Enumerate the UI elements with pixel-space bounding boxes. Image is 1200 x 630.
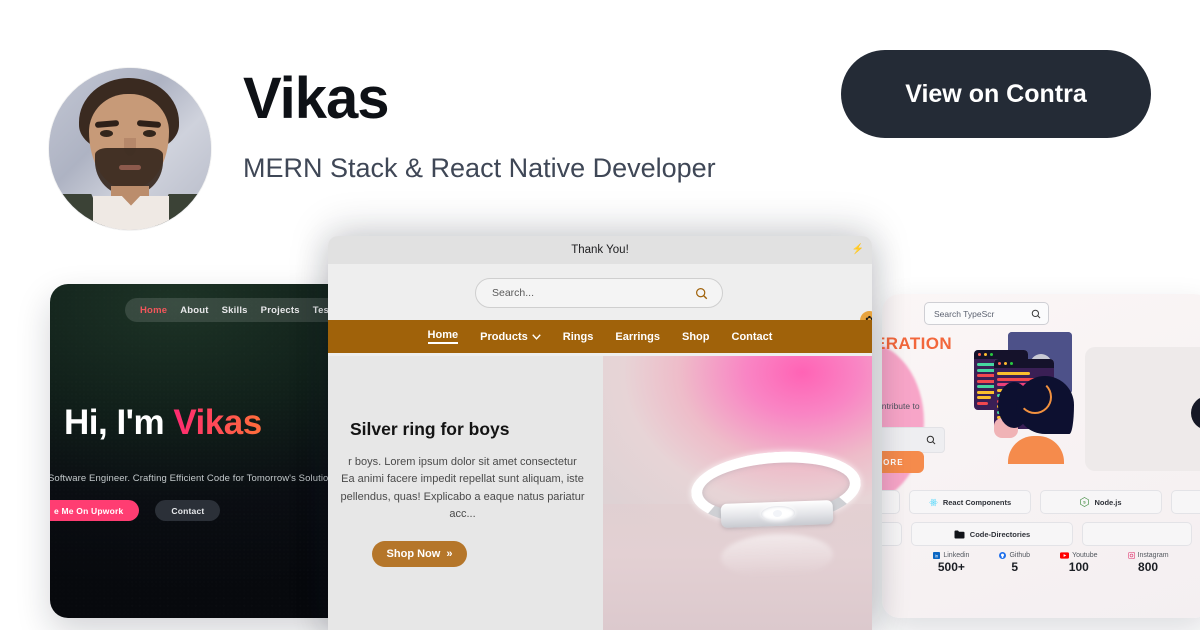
product-description: r boys. Lorem ipsum dolor sit amet conse…: [340, 456, 585, 520]
jewelry-store-preview-card[interactable]: Thank You! ⚡ Search... ✿ Home Products R…: [328, 236, 872, 630]
github-icon: [999, 552, 1007, 559]
stat-value: 100: [1068, 560, 1089, 574]
store-nav-earrings[interactable]: Earrings: [615, 331, 660, 343]
store-search-placeholder: Search...: [492, 287, 535, 299]
youtube-icon: [1060, 552, 1070, 559]
react-icon: [929, 498, 938, 506]
store-search-area: Search... ✿: [328, 264, 872, 330]
product-title: Silver ring for boys: [350, 419, 510, 440]
portfolio-contact-button[interactable]: Contact: [155, 500, 221, 521]
explore-button[interactable]: XPLORE: [882, 451, 924, 473]
portfolio-hero-heading-accent: Vikas: [173, 403, 262, 442]
chip-row-2: s Code-Directories: [882, 522, 1200, 546]
stat-linkedin[interactable]: in Linkedin 500+: [933, 552, 969, 574]
stat-label: Github: [1009, 552, 1031, 559]
store-nav-shop[interactable]: Shop: [682, 331, 710, 343]
portfolio-tagline: Software Engineer. Crafting Efficient Co…: [50, 473, 342, 484]
coding-illustration: [960, 332, 1116, 472]
svg-text:S: S: [1084, 500, 1087, 504]
shop-now-button[interactable]: Shop Now »: [371, 540, 468, 567]
chip-row-1: React Components S Node.js: [882, 490, 1200, 514]
portfolio-hero-heading-plain: Hi, I'm: [64, 403, 174, 442]
chip-label: Code-Directories: [969, 529, 1031, 539]
avatar-photo: [49, 68, 211, 230]
instagram-icon: [1127, 552, 1135, 559]
chip-partial[interactable]: s: [882, 522, 902, 546]
profile-header: Vikas MERN Stack & React Native Develope…: [0, 0, 1200, 236]
stat-label: Linkedin: [943, 552, 970, 559]
chip-blank-1[interactable]: [882, 490, 900, 514]
code-platform-preview-card[interactable]: Search TypeScr ERATION dge. Contribute t…: [882, 294, 1200, 618]
nodejs-icon: S: [1080, 497, 1090, 507]
chip-nodejs[interactable]: S Node.js: [1040, 490, 1162, 514]
svg-text:in: in: [935, 553, 939, 558]
stat-value: 5: [1011, 560, 1019, 574]
chip-blank-3[interactable]: [1082, 522, 1192, 546]
store-nav-rings[interactable]: Rings: [563, 331, 594, 343]
code-search-input[interactable]: Search TypeScr: [924, 302, 1049, 325]
window-title: Thank You!: [571, 244, 629, 256]
double-chevron-icon: »: [446, 547, 453, 560]
portfolio-hero-buttons: e Me On Upwork Contact: [50, 500, 221, 521]
code-search-placeholder: Search TypeScr: [934, 308, 995, 319]
stat-value: 800: [1138, 560, 1159, 574]
stat-label: Instagram: [1137, 552, 1169, 559]
store-hero: Silver ring for boys r boys. Lorem ipsum…: [328, 356, 872, 630]
stat-value: 500+: [937, 560, 965, 574]
store-nav-contact[interactable]: Contact: [732, 331, 773, 343]
avatar: [49, 68, 211, 230]
profile-subtitle: MERN Stack & React Native Developer: [243, 153, 716, 183]
page-title: Vikas: [243, 66, 390, 131]
chip-code-directories[interactable]: Code-Directories: [911, 522, 1073, 546]
linkedin-icon: in: [933, 552, 941, 559]
search-icon: [926, 435, 936, 445]
chevron-down-icon: [532, 333, 541, 340]
portfolio-nav-about[interactable]: About: [180, 305, 208, 316]
store-nav-products-label: Products: [480, 330, 528, 343]
product-image: [603, 356, 872, 630]
bolt-icon: ⚡: [851, 244, 864, 255]
pink-blob-decoration: [882, 342, 924, 502]
chip-react-components[interactable]: React Components: [909, 490, 1031, 514]
code-card-heading: ERATION: [882, 334, 953, 353]
store-nav-home[interactable]: Home: [427, 329, 459, 344]
search-icon: [1031, 309, 1041, 318]
window-title-bar: Thank You! ⚡: [328, 236, 872, 264]
search-icon: [696, 287, 708, 299]
portfolio-hero-heading: Hi, I'm Vikas: [64, 403, 262, 443]
social-stats: in Linkedin 500+ Github 5 Youtube 100 In…: [882, 552, 1200, 574]
hire-on-upwork-button[interactable]: e Me On Upwork: [50, 500, 140, 521]
chip-blank-2[interactable]: [1171, 490, 1200, 514]
technology-chips: React Components S Node.js s Co: [882, 490, 1200, 554]
portfolio-nav-home[interactable]: Home: [140, 305, 167, 316]
stat-youtube[interactable]: Youtube 100: [1060, 552, 1098, 574]
code-secondary-search-input[interactable]: [882, 427, 945, 453]
stat-instagram[interactable]: Instagram 800: [1127, 552, 1169, 574]
store-hero-text: Silver ring for boys r boys. Lorem ipsum…: [328, 356, 603, 630]
stat-github[interactable]: Github 5: [999, 552, 1030, 574]
project-showcase: Home About Skills Projects Testimonials …: [0, 236, 1200, 630]
chip-label: React Components: [942, 497, 1012, 507]
folder-icon: [954, 530, 965, 538]
view-on-contra-button[interactable]: View on Contra: [841, 50, 1151, 138]
portfolio-nav-projects[interactable]: Projects: [261, 305, 300, 316]
store-search-input[interactable]: Search...: [475, 278, 723, 308]
store-navbar[interactable]: Home Products Rings Earrings Shop Contac…: [328, 320, 872, 353]
stat-label: Youtube: [1072, 552, 1098, 559]
portfolio-nav-skills[interactable]: Skills: [222, 305, 248, 316]
chip-label: Node.js: [1094, 497, 1122, 507]
shop-now-label: Shop Now: [386, 547, 441, 560]
store-nav-products[interactable]: Products: [480, 331, 541, 343]
